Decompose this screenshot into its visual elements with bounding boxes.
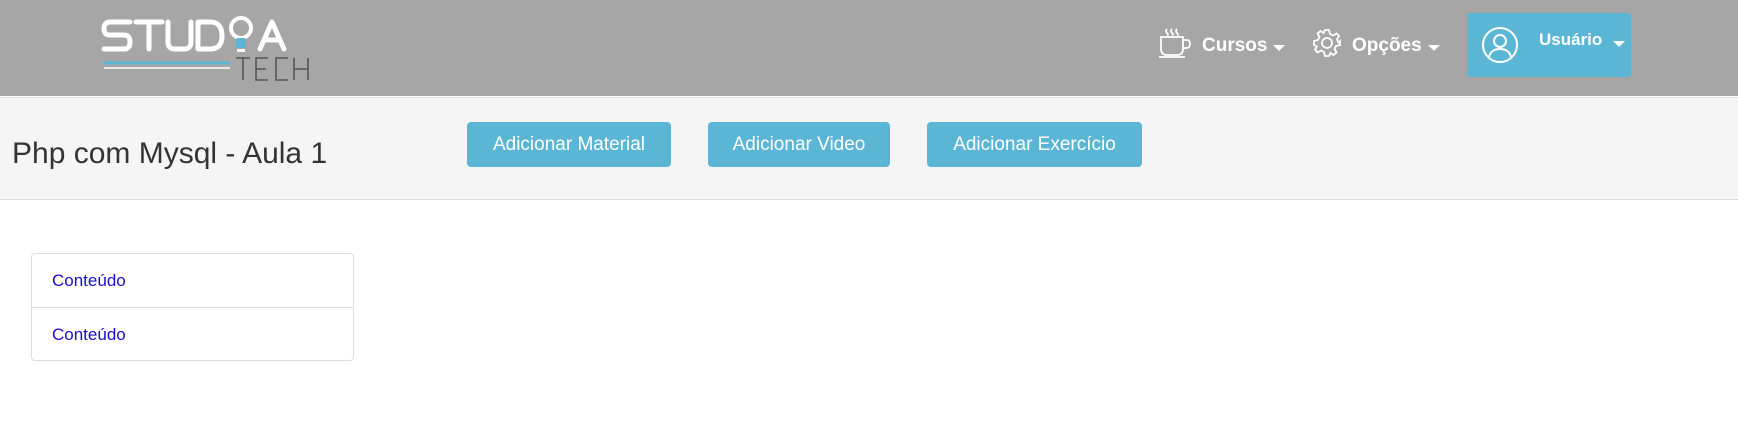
user-menu-button[interactable]: Usuário [1467,13,1631,77]
content-list: Conteúdo Conteúdo [31,253,354,361]
lightbulb-icon [229,16,253,52]
add-exercise-button[interactable]: Adicionar Exercício [927,122,1142,167]
chevron-down-icon [1427,44,1440,51]
add-video-button[interactable]: Adicionar Video [708,122,890,167]
user-name-label: Usuário [1539,30,1603,49]
coffee-cup-icon [1158,27,1192,65]
gear-icon [1312,28,1342,64]
chevron-down-icon [1613,41,1625,47]
lesson-toolbar: Php com Mysql - Aula 1 Adicionar Materia… [0,97,1738,200]
list-item[interactable]: Conteúdo [32,307,353,360]
list-item[interactable]: Conteúdo [32,254,353,307]
page-title: Php com Mysql - Aula 1 [12,137,328,170]
studia-tech-logo[interactable] [100,6,322,86]
add-material-button[interactable]: Adicionar Material [467,122,671,167]
nav-cursos-label: Cursos [1202,35,1268,56]
top-navbar: Cursos Opções Usuário [0,0,1738,96]
nav-cursos[interactable]: Cursos [1158,14,1286,78]
user-avatar-icon [1481,26,1519,69]
nav-opcoes-label: Opções [1352,35,1422,56]
chevron-down-icon [1273,44,1286,51]
nav-opcoes[interactable]: Opções [1312,14,1440,78]
